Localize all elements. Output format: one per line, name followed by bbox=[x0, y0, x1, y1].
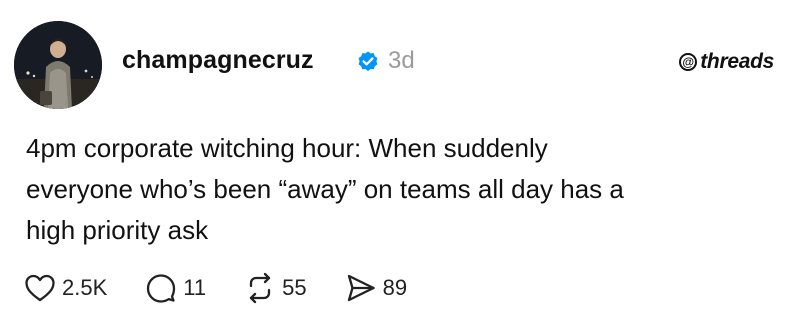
like-button[interactable]: 2.5K bbox=[24, 273, 107, 303]
reply-count: 11 bbox=[183, 275, 207, 300]
share-button[interactable]: 89 bbox=[345, 272, 407, 304]
threads-brand: @ threads bbox=[679, 50, 774, 74]
threads-wordmark: threads bbox=[700, 50, 774, 73]
avatar[interactable] bbox=[14, 21, 102, 109]
post-actions: 2.5K 11 55 89 bbox=[24, 272, 407, 304]
avatar-photo bbox=[14, 21, 102, 109]
repost-count: 55 bbox=[282, 275, 307, 300]
post-timestamp: 3d bbox=[388, 47, 415, 74]
repost-icon bbox=[249, 272, 271, 304]
repost-button[interactable]: 55 bbox=[244, 272, 307, 304]
verified-badge-icon bbox=[358, 51, 378, 71]
username[interactable]: champagnecruz bbox=[122, 46, 314, 75]
reply-button[interactable]: 11 bbox=[145, 272, 206, 304]
like-count: 2.5K bbox=[62, 275, 108, 300]
threads-logo-icon: @ bbox=[679, 53, 698, 71]
post-text: 4pm corporate witching hour: When sudden… bbox=[26, 133, 624, 245]
threads-post: champagnecruz 3d @ threads 4pm corporate… bbox=[0, 0, 800, 323]
heart-icon bbox=[25, 274, 55, 302]
share-count: 89 bbox=[382, 275, 408, 300]
comment-icon bbox=[147, 274, 176, 303]
send-icon bbox=[347, 274, 375, 302]
